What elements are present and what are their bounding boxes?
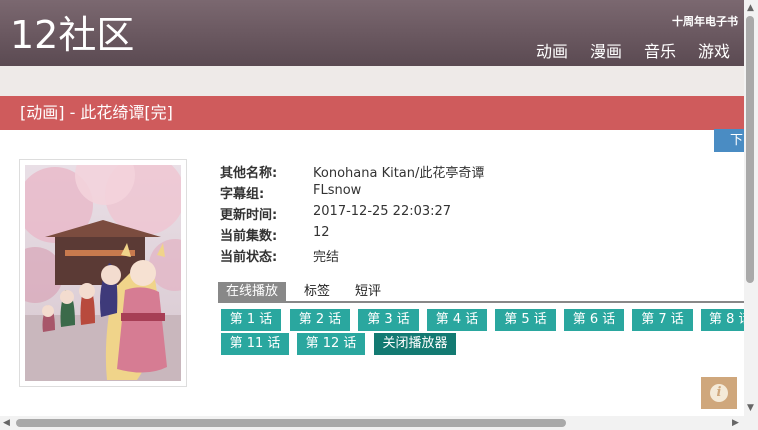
- info-value: 2017-12-25 22:03:27: [313, 204, 452, 219]
- info-row-alt-names: 其他名称: Konohana Kitan/此花亭奇谭: [220, 162, 484, 183]
- episode-button-12[interactable]: 第 12 话: [297, 333, 365, 355]
- info-label: 字幕组:: [220, 187, 265, 202]
- main-nav: 动画 漫画 音乐 游戏: [536, 38, 730, 62]
- info-row-updated: 更新时间: 2017-12-25 22:03:27: [220, 204, 484, 225]
- tab-online-play[interactable]: 在线播放: [218, 282, 287, 301]
- tab-short-reviews[interactable]: 短评: [355, 282, 381, 301]
- info-value: 完结: [313, 250, 340, 265]
- info-button[interactable]: i: [701, 377, 737, 409]
- info-row-subgroup: 字幕组: FLsnow: [220, 183, 484, 204]
- info-row-status: 当前状态: 完结: [220, 246, 484, 267]
- info-label: 当前状态:: [220, 250, 278, 265]
- detail-tabs: 在线播放 标签 短评: [218, 281, 744, 303]
- info-label: 当前集数:: [220, 229, 278, 244]
- episode-button-8[interactable]: 第 8 话: [701, 309, 744, 331]
- episode-button-6[interactable]: 第 6 话: [564, 309, 624, 331]
- poster-image: [25, 165, 181, 381]
- nav-item-music[interactable]: 音乐: [644, 38, 676, 62]
- site-logo[interactable]: 12社区: [10, 12, 134, 58]
- info-value: Konohana Kitan/此花亭奇谭: [313, 166, 485, 181]
- download-button[interactable]: 下: [714, 129, 744, 152]
- nav-item-anime[interactable]: 动画: [536, 38, 568, 62]
- vertical-scrollbar-thumb[interactable]: [746, 16, 754, 283]
- info-label: 其他名称:: [220, 166, 278, 181]
- episode-button-7[interactable]: 第 7 话: [632, 309, 693, 331]
- info-row-episode-count: 当前集数: 12: [220, 225, 484, 246]
- page-title: [动画] - 此花绮谭[完]: [0, 96, 744, 130]
- scroll-down-arrow-icon[interactable]: ▼: [747, 403, 754, 413]
- nav-item-manga[interactable]: 漫画: [590, 38, 622, 62]
- info-icon: i: [710, 384, 728, 402]
- tab-tags[interactable]: 标签: [304, 282, 330, 301]
- close-player-button[interactable]: 关闭播放器: [374, 333, 456, 355]
- site-header: 12社区 十周年电子书 动画 漫画 音乐 游戏: [0, 0, 744, 66]
- horizontal-scrollbar-thumb[interactable]: [16, 419, 566, 427]
- episode-button-4[interactable]: 第 4 话: [427, 309, 487, 331]
- scroll-up-arrow-icon[interactable]: ▲: [747, 3, 754, 13]
- info-label: 更新时间:: [220, 208, 278, 223]
- scroll-left-arrow-icon[interactable]: ◀: [3, 418, 10, 428]
- episode-button-1[interactable]: 第 1 话: [221, 309, 281, 331]
- episode-button-2[interactable]: 第 2 话: [290, 309, 350, 331]
- episode-button-3[interactable]: 第 3 话: [358, 309, 419, 331]
- sub-header-strip: [0, 66, 744, 96]
- scrollbar-corner: [744, 416, 758, 430]
- episode-button-11[interactable]: 第 11 话: [221, 333, 289, 355]
- nav-item-games[interactable]: 游戏: [698, 38, 730, 62]
- info-value: FLsnow: [313, 183, 362, 198]
- anime-poster: [19, 159, 187, 387]
- info-value: 12: [313, 225, 330, 240]
- anime-info-list: 其他名称: Konohana Kitan/此花亭奇谭 字幕组: FLsnow 更…: [220, 162, 484, 267]
- anniversary-ebook-link[interactable]: 十周年电子书: [672, 13, 738, 29]
- scroll-right-arrow-icon[interactable]: ▶: [732, 418, 739, 428]
- episode-button-5[interactable]: 第 5 话: [495, 309, 556, 331]
